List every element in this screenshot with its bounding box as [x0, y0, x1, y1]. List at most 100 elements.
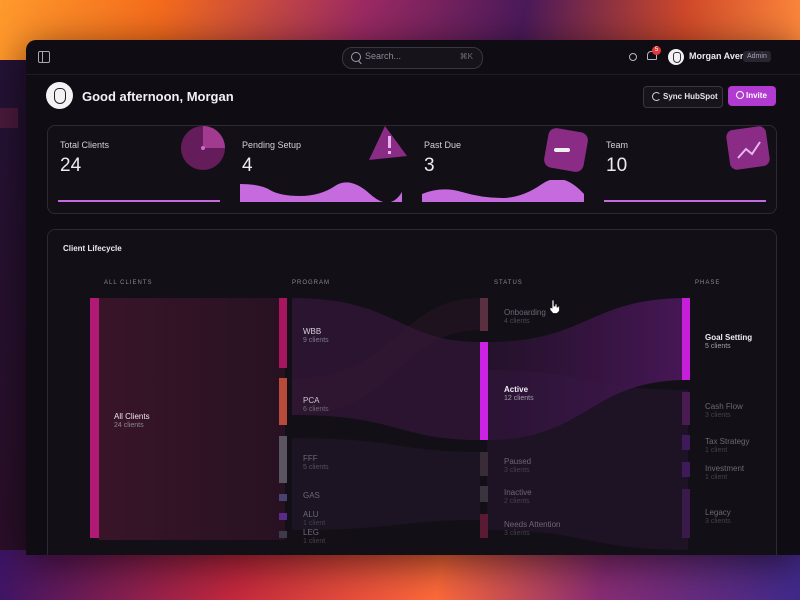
node-count: 12 clients: [504, 395, 534, 402]
node-leg[interactable]: [279, 531, 287, 538]
node-count: 24 clients: [114, 422, 144, 429]
node-inactive[interactable]: [480, 486, 488, 502]
node-count: 1 client: [303, 520, 326, 527]
node-count: 3 clients: [705, 518, 731, 525]
notification-badge: 5: [652, 46, 661, 55]
node-label-pca: PCA 6 clients: [303, 396, 329, 413]
node-paused[interactable]: [480, 452, 488, 476]
sidebar-toggle-icon[interactable]: [38, 51, 50, 63]
node-label-cash-flow: Cash Flow 3 clients: [705, 402, 743, 419]
node-pca[interactable]: [279, 378, 287, 425]
warning-icon: [369, 126, 407, 160]
stat-bar: [604, 200, 766, 202]
node-name: PCA: [303, 396, 320, 405]
node-name: Active: [504, 385, 529, 394]
invite-label: Invite: [746, 91, 767, 100]
stat-wave: [422, 180, 584, 202]
sync-hubspot-label: Sync HubSpot: [663, 92, 718, 101]
hand-cursor-icon: [549, 299, 560, 314]
node-onboarding[interactable]: [480, 298, 488, 331]
stat-card-past-due[interactable]: Past Due 3: [412, 126, 594, 213]
user-name[interactable]: Morgan Avery: [689, 51, 748, 61]
node-label-goal-setting: Goal Setting 5 clients: [705, 333, 752, 350]
node-name: WBB: [303, 327, 322, 336]
node-label-needs-attention: Needs Attention 3 clients: [504, 520, 560, 537]
node-legacy[interactable]: [682, 489, 690, 538]
stat-label: Total Clients: [60, 140, 110, 150]
stat-card-total-clients[interactable]: Total Clients 24: [48, 126, 230, 213]
node-count: 4 clients: [504, 318, 530, 325]
sun-icon[interactable]: [629, 53, 637, 61]
refresh-icon: [652, 92, 661, 101]
node-name: FFF: [303, 454, 318, 463]
node-label-onboarding: Onboarding 4 clients: [504, 308, 546, 325]
role-badge: Admin: [743, 51, 771, 62]
node-all-clients[interactable]: [90, 298, 99, 538]
node-name: Inactive: [504, 488, 532, 497]
node-count: 1 client: [303, 538, 326, 545]
trend-chart-icon: [726, 126, 770, 170]
stat-label: Pending Setup: [242, 140, 302, 150]
node-count: 3 clients: [705, 412, 731, 419]
node-count: 5 clients: [705, 343, 731, 350]
sync-hubspot-button[interactable]: Sync HubSpot: [643, 86, 723, 108]
node-name: GAS: [303, 491, 320, 500]
node-name: ALU: [303, 510, 319, 519]
stat-value: 10: [606, 155, 628, 176]
node-name: Legacy: [705, 508, 731, 517]
node-label-fff: FFF 5 clients: [303, 454, 329, 471]
stat-card-pending-setup[interactable]: Pending Setup 4: [230, 126, 412, 213]
node-cash-flow[interactable]: [682, 392, 690, 425]
node-investment[interactable]: [682, 462, 690, 477]
node-label-leg: LEG 1 client: [303, 528, 325, 545]
node-label-paused: Paused 3 clients: [504, 457, 531, 474]
invite-button[interactable]: Invite: [728, 86, 776, 106]
node-label-active: Active 12 clients: [504, 385, 534, 402]
node-label-tax-strategy: Tax Strategy 1 client: [705, 437, 749, 454]
node-label-legacy: Legacy 3 clients: [705, 508, 731, 525]
node-alu[interactable]: [279, 513, 287, 520]
node-tax-strategy[interactable]: [682, 435, 690, 450]
search-icon: [351, 52, 361, 62]
node-name: Onboarding: [504, 308, 546, 317]
add-user-icon: [736, 91, 744, 99]
node-count: 2 clients: [504, 498, 530, 505]
stats-panel: Total Clients 24 Pending Setup 4 Past Du…: [47, 125, 777, 214]
node-goal-setting[interactable]: [682, 298, 690, 380]
node-fff[interactable]: [279, 436, 287, 483]
node-count: 6 clients: [303, 406, 329, 413]
bell-icon[interactable]: 5: [647, 46, 661, 61]
greeting-avatar: [46, 82, 73, 109]
sankey-links: [99, 298, 688, 550]
sankey-diagram: [90, 298, 690, 550]
node-wbb[interactable]: [279, 298, 287, 368]
node-label-alu: ALU 1 client: [303, 510, 325, 527]
background-window: [0, 60, 26, 550]
stat-label: Past Due: [424, 140, 462, 150]
node-count: 1 client: [705, 447, 728, 454]
node-count: 1 client: [705, 474, 728, 481]
node-label-inactive: Inactive 2 clients: [504, 488, 532, 505]
node-active[interactable]: [480, 342, 488, 440]
stat-label: Team: [606, 140, 629, 150]
stat-value: 3: [424, 155, 435, 176]
minus-card-icon: [544, 128, 588, 172]
stat-bar: [58, 200, 220, 202]
user-avatar[interactable]: [668, 49, 684, 65]
stat-card-team[interactable]: Team 10: [594, 126, 776, 213]
search-placeholder: Search...: [365, 51, 402, 61]
app-window: Search... ⌘K 5 Morgan Avery Admin Good a…: [26, 40, 800, 555]
node-needs-attention[interactable]: [480, 514, 488, 538]
node-count: 3 clients: [504, 467, 530, 474]
node-name: Tax Strategy: [705, 437, 750, 446]
node-label-all-clients: All Clients 24 clients: [114, 412, 150, 429]
node-name: All Clients: [114, 412, 150, 421]
node-count: 3 clients: [504, 530, 530, 537]
node-count: 5 clients: [303, 464, 329, 471]
node-name: Paused: [504, 457, 532, 466]
pie-chart-icon: [181, 126, 225, 170]
background-window-highlight: [0, 108, 18, 128]
client-lifecycle-panel: Client Lifecycle ALL CLIENTS PROGRAM STA…: [47, 229, 777, 555]
search-input[interactable]: Search... ⌘K: [342, 47, 483, 69]
node-gas[interactable]: [279, 494, 287, 501]
